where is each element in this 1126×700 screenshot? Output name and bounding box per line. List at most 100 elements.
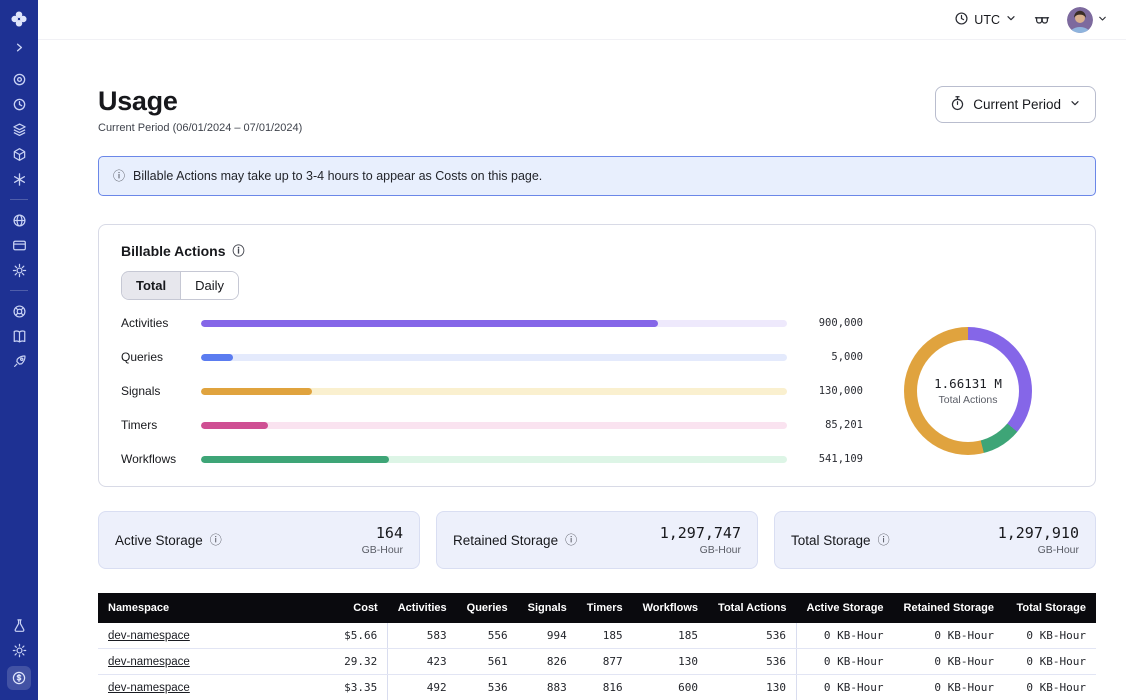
clock-history-icon[interactable] <box>8 93 30 115</box>
namespace-link[interactable]: dev-namespace <box>108 656 190 668</box>
column-header-signals: Signals <box>518 593 577 623</box>
cube-icon[interactable] <box>8 143 30 165</box>
cell-workflows: 185 <box>633 623 708 649</box>
asterisk-icon[interactable] <box>8 168 30 190</box>
sun-icon[interactable] <box>8 639 30 661</box>
cell-active-storage: 0 KB-Hour <box>797 623 894 649</box>
column-header-namespace: Namespace <box>98 593 314 623</box>
bar-track <box>201 456 787 463</box>
bar-value: 130,000 <box>799 385 863 397</box>
goggles-icon[interactable] <box>1033 12 1051 28</box>
gear-icon[interactable] <box>8 259 30 281</box>
period-selector-label: Current Period <box>973 97 1061 112</box>
storage-unit: GB-Hour <box>998 544 1079 556</box>
content: Usage Current Period (06/01/2024 – 07/01… <box>38 40 1126 700</box>
credit-card-icon[interactable] <box>8 234 30 256</box>
flask-icon[interactable] <box>8 614 30 636</box>
main-area: UTC Usage Current Period (06/01/2024 – 0… <box>38 0 1126 700</box>
storage-label: Retained Storage ⓘ <box>453 533 577 548</box>
table-row: dev-namespace $5.66 583 556 994 185 185 … <box>98 623 1096 649</box>
bar-label: Workflows <box>121 452 189 466</box>
column-header-active-storage: Active Storage <box>797 593 894 623</box>
globe-icon[interactable] <box>8 209 30 231</box>
info-banner: ⓘ Billable Actions may take up to 3-4 ho… <box>98 156 1096 196</box>
cell-timers: 877 <box>577 649 633 675</box>
bar-row-queries: Queries 5,000 <box>121 350 863 364</box>
storage-label: Active Storage ⓘ <box>115 533 222 548</box>
dollar-badge-icon[interactable] <box>7 666 31 690</box>
rocket-icon[interactable] <box>8 350 30 372</box>
banner-text: Billable Actions may take up to 3-4 hour… <box>133 169 542 183</box>
bar-value: 85,201 <box>799 419 863 431</box>
table-row: dev-namespace 29.32 423 561 826 877 130 … <box>98 649 1096 675</box>
bar-row-signals: Signals 130,000 <box>121 384 863 398</box>
billable-actions-title: Billable Actions ⓘ <box>121 243 1073 259</box>
donut-hole: 1.66131 M Total Actions <box>917 340 1019 442</box>
timezone-label: UTC <box>974 13 1000 27</box>
cell-activities: 423 <box>388 649 457 675</box>
cell-timers: 185 <box>577 623 633 649</box>
cell-queries: 536 <box>457 675 518 700</box>
storage-label-text: Retained Storage <box>453 533 558 548</box>
timezone-selector[interactable]: UTC <box>954 11 1017 29</box>
cell-cost: $3.35 <box>314 675 388 700</box>
view-toggle: Total Daily <box>121 271 239 300</box>
info-icon: ⓘ <box>113 170 125 182</box>
clock-icon <box>954 11 969 29</box>
info-icon[interactable]: ⓘ <box>565 534 577 546</box>
chevron-down-icon <box>1069 97 1081 112</box>
bar-row-activities: Activities 900,000 <box>121 316 863 330</box>
cell-total-storage: 0 KB-Hour <box>1004 675 1096 700</box>
topbar: UTC <box>38 0 1126 40</box>
storage-unit: GB-Hour <box>362 544 403 556</box>
bar-chart: Activities 900,000 Queries 5,000 <box>121 316 863 466</box>
stopwatch-icon <box>950 95 965 114</box>
namespace-link[interactable]: dev-namespace <box>108 630 190 642</box>
bar-row-timers: Timers 85,201 <box>121 418 863 432</box>
bar-fill <box>201 388 312 395</box>
donut-total: 1.66131 M <box>934 376 1002 391</box>
cell-retained-storage: 0 KB-Hour <box>894 649 1004 675</box>
bar-label: Timers <box>121 418 189 432</box>
sidebar <box>0 0 38 700</box>
target-icon[interactable] <box>8 68 30 90</box>
info-icon[interactable]: ⓘ <box>210 534 222 546</box>
cell-workflows: 130 <box>633 649 708 675</box>
layers-icon[interactable] <box>8 118 30 140</box>
cell-signals: 883 <box>518 675 577 700</box>
lifebuoy-icon[interactable] <box>8 300 30 322</box>
book-icon[interactable] <box>8 325 30 347</box>
info-icon[interactable]: ⓘ <box>233 245 245 257</box>
cell-active-storage: 0 KB-Hour <box>797 675 894 700</box>
column-header-timers: Timers <box>577 593 633 623</box>
bar-track <box>201 354 787 361</box>
chevron-right-icon[interactable] <box>8 36 30 58</box>
column-header-total-storage: Total Storage <box>1004 593 1096 623</box>
bar-fill <box>201 422 268 429</box>
cell-activities: 583 <box>388 623 457 649</box>
cell-total-actions: 130 <box>708 675 796 700</box>
cell-retained-storage: 0 KB-Hour <box>894 623 1004 649</box>
active-storage-card: Active Storage ⓘ 164 GB-Hour <box>98 511 420 569</box>
temporal-logo-icon[interactable] <box>8 8 30 30</box>
donut-wrap: 1.66131 M Total Actions <box>863 327 1073 455</box>
storage-unit: GB-Hour <box>660 544 741 556</box>
column-header-workflows: Workflows <box>633 593 708 623</box>
avatar <box>1067 7 1093 33</box>
user-menu[interactable] <box>1067 7 1108 33</box>
cell-cost: 29.32 <box>314 649 388 675</box>
namespace-link[interactable]: dev-namespace <box>108 682 190 694</box>
bar-label: Signals <box>121 384 189 398</box>
sidebar-divider <box>10 290 28 291</box>
storage-number: 1,297,747 <box>660 524 741 542</box>
storage-label-text: Active Storage <box>115 533 203 548</box>
period-selector-button[interactable]: Current Period <box>935 86 1096 123</box>
tab-total[interactable]: Total <box>122 272 181 299</box>
tab-daily[interactable]: Daily <box>181 272 238 299</box>
bar-label: Queries <box>121 350 189 364</box>
storage-value: 1,297,910 GB-Hour <box>998 524 1079 556</box>
info-icon[interactable]: ⓘ <box>878 534 890 546</box>
bar-row-workflows: Workflows 541,109 <box>121 452 863 466</box>
cell-queries: 556 <box>457 623 518 649</box>
column-header-activities: Activities <box>388 593 457 623</box>
